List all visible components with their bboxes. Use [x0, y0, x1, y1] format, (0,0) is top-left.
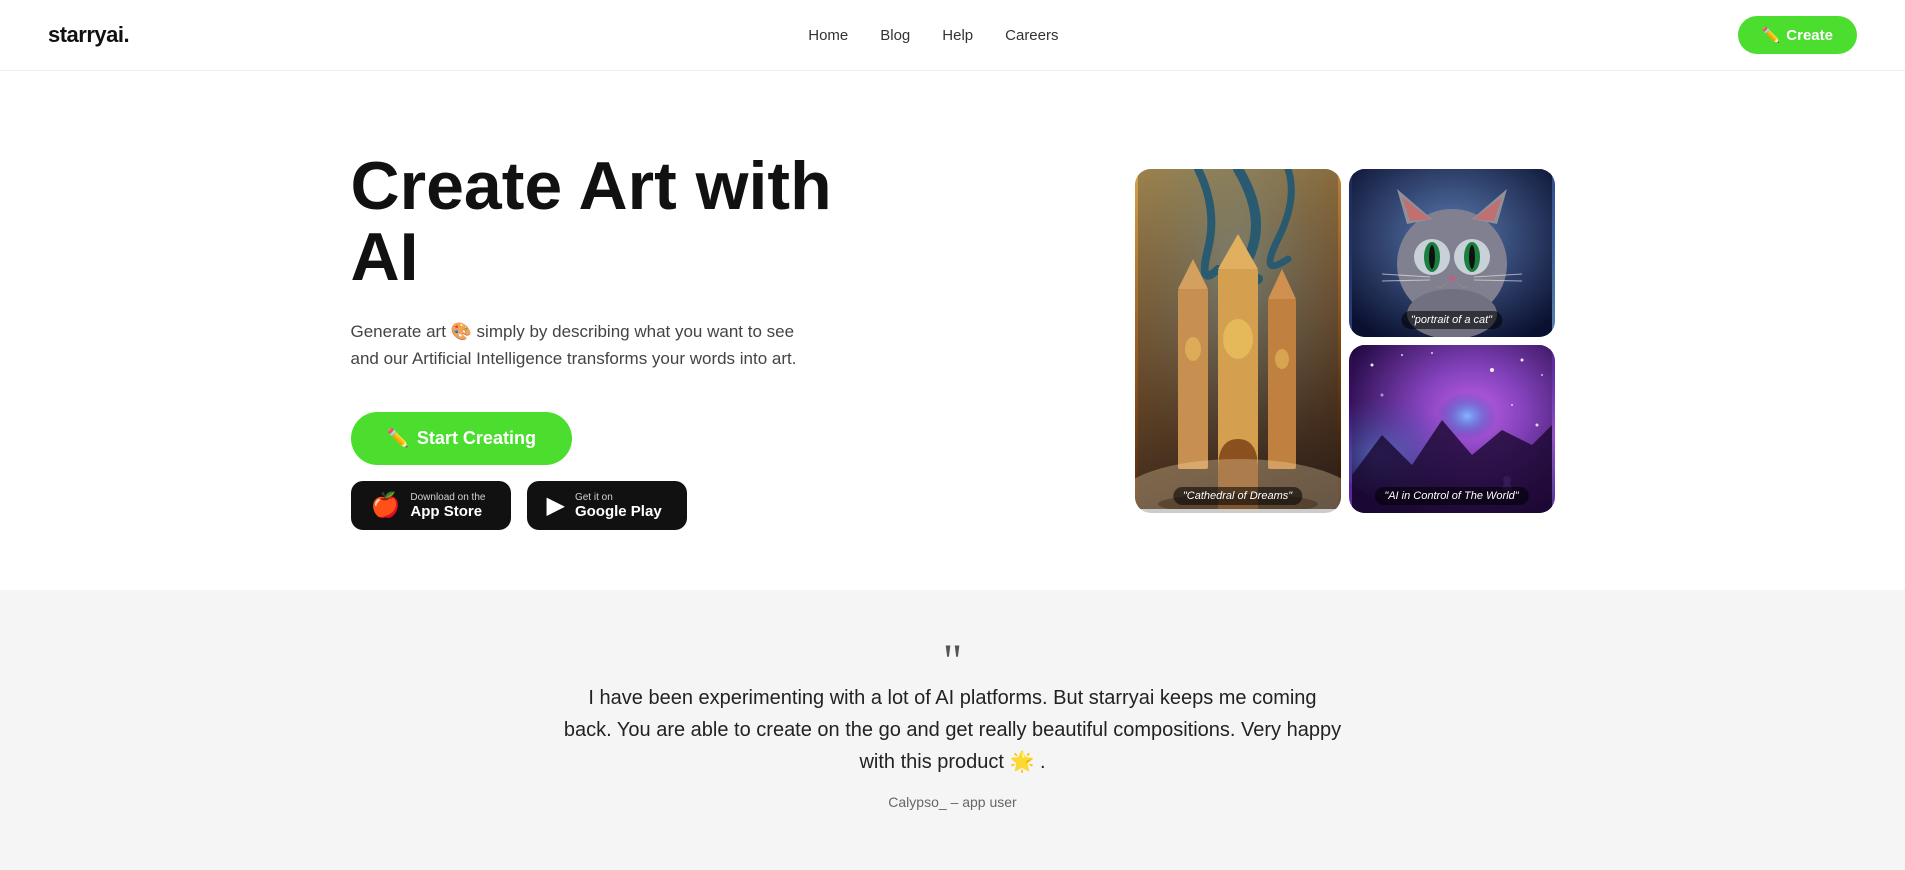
hero-desc-part2: and our Artificial Intelligence transfor… — [351, 349, 797, 368]
nav-careers[interactable]: Careers — [1005, 27, 1058, 44]
hero-images: "Cathedral of Dreams" — [1135, 169, 1555, 513]
space-card: "AI in Control of The World" — [1349, 345, 1555, 513]
cathedral-label: "Cathedral of Dreams" — [1173, 487, 1302, 505]
start-creating-button[interactable]: ✏️ Start Creating — [351, 412, 572, 465]
nav-blog[interactable]: Blog — [880, 27, 910, 44]
testimonial-text: I have been experimenting with a lot of … — [563, 682, 1343, 778]
hero-desc-part1: Generate art 🎨 simply by describing what… — [351, 322, 795, 341]
hero-description: Generate art 🎨 simply by describing what… — [351, 318, 871, 372]
start-pencil-icon: ✏️ — [387, 428, 409, 449]
hero-section: Create Art with AI Generate art 🎨 simply… — [303, 71, 1603, 590]
google-play-icon: ▶ — [547, 491, 565, 520]
cat-label: "portrait of a cat" — [1401, 311, 1502, 329]
space-label: "AI in Control of The World" — [1374, 487, 1528, 505]
cathedral-card: "Cathedral of Dreams" — [1135, 169, 1341, 513]
cathedral-svg — [1135, 169, 1341, 509]
quote-mark: " — [48, 650, 1857, 674]
nav-create-label: Create — [1786, 27, 1833, 44]
apple-icon: 🍎 — [371, 491, 401, 520]
app-store-big-text: App Store — [410, 503, 485, 520]
navbar: starryai. Home Blog Help Careers ✏️ Crea… — [0, 0, 1905, 71]
store-buttons: 🍎 Download on the App Store ▶ Get it on … — [351, 481, 871, 530]
hero-title: Create Art with AI — [351, 151, 871, 294]
google-play-big-text: Google Play — [575, 503, 662, 520]
app-store-button[interactable]: 🍎 Download on the App Store — [351, 481, 511, 530]
testimonial-author: Calypso_ – app user — [48, 794, 1857, 810]
app-store-text: Download on the App Store — [410, 492, 485, 520]
google-play-button[interactable]: ▶ Get it on Google Play — [527, 481, 687, 530]
hero-buttons: ✏️ Start Creating 🍎 Download on the App … — [351, 412, 871, 530]
logo[interactable]: starryai. — [48, 22, 129, 48]
image-grid: "Cathedral of Dreams" — [1135, 169, 1555, 513]
nav-create-button[interactable]: ✏️ Create — [1738, 16, 1857, 54]
pencil-icon: ✏️ — [1762, 26, 1781, 44]
cathedral-image — [1135, 169, 1341, 509]
testimonial-section: " I have been experimenting with a lot o… — [0, 590, 1905, 870]
google-play-small-text: Get it on — [575, 492, 662, 503]
app-store-small-text: Download on the — [410, 492, 485, 503]
nav-home[interactable]: Home — [808, 27, 848, 44]
start-button-label: Start Creating — [417, 428, 536, 449]
hero-content: Create Art with AI Generate art 🎨 simply… — [351, 151, 871, 530]
nav-links: Home Blog Help Careers — [808, 27, 1058, 44]
nav-help[interactable]: Help — [942, 27, 973, 44]
google-play-text: Get it on Google Play — [575, 492, 662, 520]
cat-card: "portrait of a cat" — [1349, 169, 1555, 337]
